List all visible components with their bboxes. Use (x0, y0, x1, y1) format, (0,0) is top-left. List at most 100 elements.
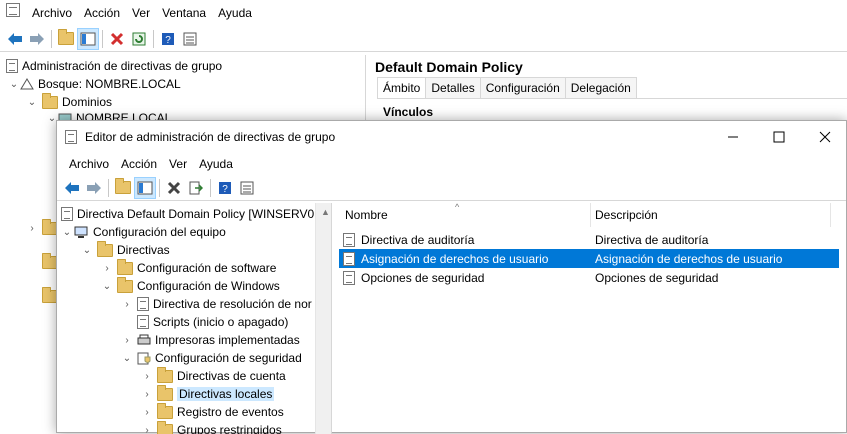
column-header-description[interactable]: Descripción (591, 203, 831, 227)
tab-delegacion[interactable]: Delegación (565, 77, 637, 98)
editor-tree-pane: Directiva Default Domain Policy [WINSERV… (57, 203, 332, 434)
editor-list-pane: Nombre ^ Descripción Directiva de audito… (337, 203, 847, 434)
menu-ayuda[interactable]: Ayuda (212, 0, 258, 26)
list-item-description: Directiva de auditoría (595, 233, 708, 247)
chevron-right-icon[interactable]: › (141, 370, 153, 382)
tree-item-local-policies[interactable]: › Directivas locales (141, 385, 274, 403)
scroll-up-arrow-icon[interactable]: ▲ (321, 207, 330, 217)
domains-folder-icon (42, 96, 58, 109)
toolbar-separator (51, 30, 52, 48)
spacer (121, 316, 133, 328)
delete-icon[interactable] (163, 177, 185, 199)
tree-item-event-log[interactable]: › Registro de eventos (141, 403, 284, 421)
tree-item-directivas[interactable]: ⌄ Directivas (81, 241, 170, 259)
chevron-down-icon[interactable]: ⌄ (81, 244, 93, 256)
tree-item-scripts[interactable]: Scripts (inicio o apagado) (121, 313, 288, 331)
tree-item-security-config[interactable]: ⌄ Configuración de seguridad (121, 349, 302, 367)
list-item-selected[interactable]: Asignación de derechos de usuario Asigna… (339, 249, 839, 268)
minimize-button[interactable] (710, 121, 756, 153)
back-arrow-icon[interactable] (4, 28, 26, 50)
chevron-right-icon[interactable]: › (141, 388, 153, 400)
maximize-icon (773, 131, 785, 143)
chevron-down-icon[interactable]: ⌄ (121, 352, 133, 364)
chevron-down-icon[interactable]: ⌄ (26, 96, 38, 108)
details-tabs: Ámbito Detalles Configuración Delegación (377, 77, 847, 99)
main-toolbar: ? (0, 26, 847, 52)
show-tree-icon[interactable] (77, 28, 99, 50)
tree-item-policy[interactable]: Directiva Default Domain Policy [WINSERV… (61, 205, 321, 223)
editor-menu-ayuda[interactable]: Ayuda (193, 151, 239, 177)
folder-icon (97, 244, 113, 257)
delete-icon[interactable] (106, 28, 128, 50)
show-tree-icon[interactable] (134, 177, 156, 199)
chevron-right-icon[interactable]: › (101, 262, 113, 274)
policy-icon (343, 271, 355, 285)
tree-item-label: Configuración de Windows (137, 279, 280, 293)
editor-menu-ver[interactable]: Ver (163, 151, 193, 177)
list-item-name: Asignación de derechos de usuario (361, 252, 548, 266)
forward-arrow-icon[interactable] (26, 28, 48, 50)
editor-menu-archivo[interactable]: Archivo (63, 151, 115, 177)
editor-icon (65, 130, 77, 144)
tree-item-name-resolution[interactable]: › Directiva de resolución de nor (121, 295, 312, 313)
chevron-down-icon[interactable]: ⌄ (61, 226, 73, 238)
chevron-right-icon[interactable]: › (141, 406, 153, 418)
up-folder-icon[interactable] (55, 28, 77, 50)
folder-icon (157, 424, 173, 434)
forward-arrow-icon[interactable] (83, 177, 105, 199)
tree-root[interactable]: Administración de directivas de grupo (6, 57, 222, 75)
close-button[interactable] (802, 121, 847, 153)
tree-item-label: Scripts (inicio o apagado) (153, 315, 288, 329)
list-item-name: Directiva de auditoría (361, 233, 474, 247)
maximize-button[interactable] (756, 121, 802, 153)
policy-doc-icon (137, 297, 149, 311)
tree-item-printers[interactable]: › Impresoras implementadas (121, 331, 300, 349)
back-arrow-icon[interactable] (61, 177, 83, 199)
tree-item-software-config[interactable]: › Configuración de software (101, 259, 276, 277)
column-header-label: Descripción (595, 208, 658, 222)
export-icon[interactable] (185, 177, 207, 199)
chevron-right-icon[interactable]: › (121, 334, 133, 346)
help-icon[interactable]: ? (157, 28, 179, 50)
properties-icon[interactable] (179, 28, 201, 50)
menu-archivo[interactable]: Archivo (26, 0, 78, 26)
properties-icon[interactable] (236, 177, 258, 199)
editor-menu-accion[interactable]: Acción (115, 151, 163, 177)
tree-vertical-scrollbar[interactable]: ▲ (315, 203, 332, 434)
menu-accion[interactable]: Acción (78, 0, 126, 26)
menu-ventana[interactable]: Ventana (156, 0, 212, 26)
folder-icon (117, 280, 133, 293)
list-item[interactable]: Opciones de seguridad Opciones de seguri… (339, 268, 839, 287)
list-item[interactable]: Directiva de auditoría Directiva de audi… (339, 230, 839, 249)
folder-icon (157, 406, 173, 419)
tab-ambito[interactable]: Ámbito (377, 77, 426, 98)
refresh-icon[interactable] (128, 28, 150, 50)
column-header-label: Nombre (345, 208, 388, 222)
editor-title: Editor de administración de directivas d… (85, 130, 335, 144)
chevron-down-icon[interactable]: ⌄ (101, 280, 113, 292)
up-folder-icon[interactable] (112, 177, 134, 199)
toolbar-separator (210, 179, 211, 197)
column-header-name[interactable]: Nombre ^ (337, 203, 591, 227)
tab-detalles[interactable]: Detalles (425, 77, 480, 98)
tree-item-label: Configuración del equipo (93, 225, 226, 239)
tab-configuracion[interactable]: Configuración (480, 77, 566, 98)
folder-icon (117, 262, 133, 275)
tree-root-label: Administración de directivas de grupo (22, 59, 222, 73)
tree-item-computer-config[interactable]: ⌄ Configuración del equipo (61, 223, 226, 241)
editor-menubar: Archivo Acción Ver Ayuda (57, 153, 846, 175)
tree-item-restricted-groups[interactable]: › Grupos restringidos (141, 421, 282, 434)
editor-toolbar: ? (57, 175, 846, 201)
help-icon[interactable]: ? (214, 177, 236, 199)
tree-item-windows-config[interactable]: ⌄ Configuración de Windows (101, 277, 280, 295)
menu-ver[interactable]: Ver (126, 0, 156, 26)
folder-icon (157, 388, 173, 401)
tree-forest[interactable]: ⌄ Bosque: NOMBRE.LOCAL (8, 75, 181, 93)
tree-item-account-policies[interactable]: › Directivas de cuenta (141, 367, 286, 385)
chevron-down-icon[interactable]: ⌄ (8, 78, 20, 90)
toolbar-separator (153, 30, 154, 48)
chevron-right-icon[interactable]: › (121, 298, 133, 310)
tree-item-label: Directivas locales (177, 387, 274, 401)
chevron-right-icon[interactable]: › (26, 222, 38, 234)
main-details-pane: Default Domain Policy Ámbito Detalles Co… (369, 55, 847, 121)
